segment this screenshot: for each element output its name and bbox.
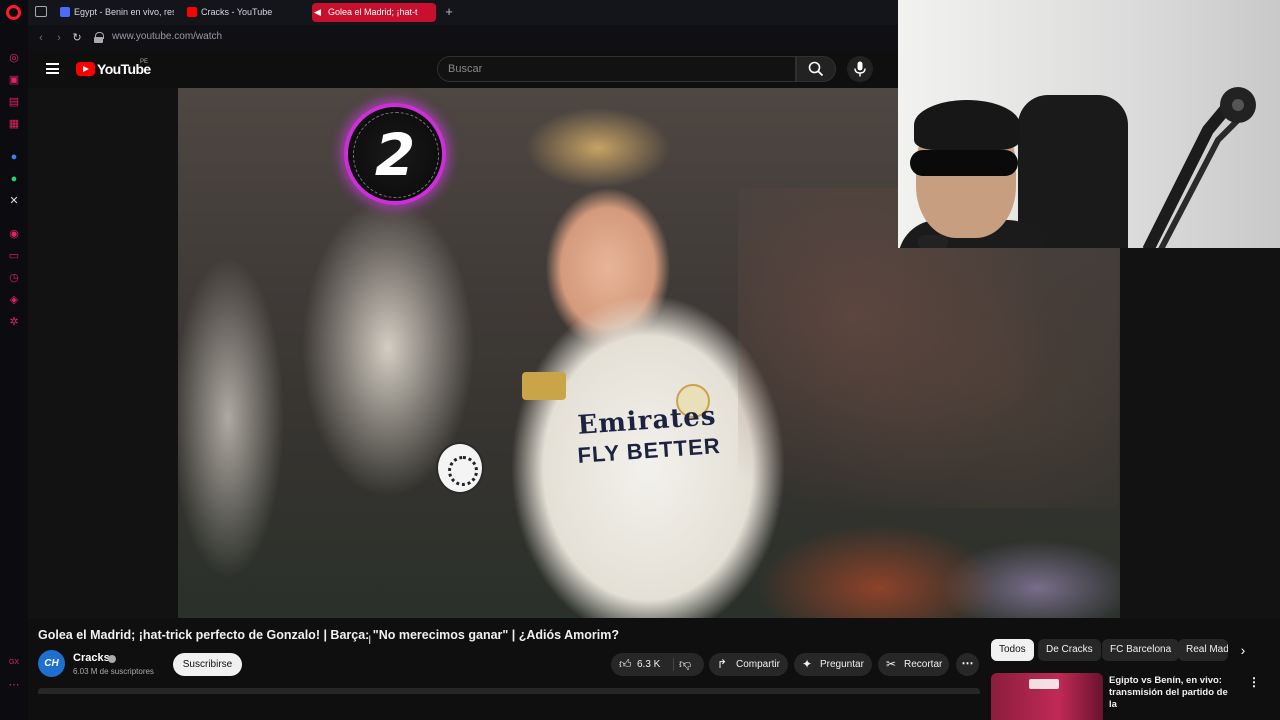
speaker-icon: ◀ bbox=[314, 7, 321, 17]
search-icon bbox=[808, 61, 824, 77]
clip-label: Recortar bbox=[904, 659, 943, 670]
ranking-number-badge: 2 bbox=[344, 103, 446, 205]
tab-label: Cracks - YouTube bbox=[201, 7, 273, 17]
chip-fc-barcelona[interactable]: FC Barcelona bbox=[1102, 639, 1180, 661]
description-box[interactable] bbox=[38, 688, 980, 694]
subscriber-count: 6.03 M de suscriptores bbox=[73, 667, 154, 676]
recommendation-thumbnail[interactable] bbox=[991, 673, 1103, 720]
lock-icon[interactable] bbox=[94, 32, 104, 43]
search-placeholder: Buscar bbox=[448, 63, 483, 75]
voice-search-button[interactable] bbox=[847, 56, 873, 82]
new-tab-button[interactable]: + bbox=[442, 3, 456, 21]
news-icon[interactable]: ▦ bbox=[7, 117, 21, 131]
more-actions-button[interactable]: ⋯ bbox=[956, 653, 979, 676]
text-cursor-icon: I bbox=[368, 633, 372, 647]
chip-real-madrid[interactable]: Real Madrid bbox=[1178, 639, 1228, 661]
chip-all[interactable]: Todos bbox=[991, 639, 1034, 661]
ask-label: Preguntar bbox=[820, 659, 864, 670]
chip-de-cracks[interactable]: De Cracks bbox=[1038, 639, 1101, 661]
x-twitter-icon[interactable]: ✕ bbox=[7, 194, 21, 208]
verified-icon bbox=[108, 655, 116, 663]
menu-icon[interactable] bbox=[46, 63, 59, 74]
wallet-icon[interactable]: ▭ bbox=[7, 249, 21, 263]
whatsapp-icon[interactable]: ● bbox=[7, 172, 21, 186]
tab-label: Golea el Madrid; ¡hat-t bbox=[328, 7, 418, 17]
forward-icon[interactable]: › bbox=[52, 30, 66, 46]
settings-icon[interactable]: ✲ bbox=[7, 315, 21, 329]
tab-label: Egypt - Benin en vivo, resu bbox=[74, 7, 174, 17]
tab-egypt-benin[interactable]: Egypt - Benin en vivo, resu bbox=[58, 3, 174, 22]
chevron-right-icon[interactable]: › bbox=[1234, 641, 1252, 659]
streamer-hair bbox=[914, 100, 1020, 150]
country-code: PE bbox=[140, 59, 149, 65]
youtube-logo-icon[interactable] bbox=[76, 62, 95, 76]
webcam-overlay bbox=[898, 0, 1280, 248]
tab-golea-el-madrid[interactable]: ◀ Golea el Madrid; ¡hat-t bbox=[312, 3, 436, 22]
gaming-chair bbox=[1018, 95, 1128, 248]
tab-favicon-icon bbox=[60, 7, 70, 17]
browser-sidebar: ◎ ▣ ▤ ▦ ● ● ✕ ◉ ▭ ◷ ◈ ✲ GX ⋯ bbox=[0, 0, 28, 720]
back-icon[interactable]: ‹ bbox=[34, 30, 48, 46]
ranking-number: 2 bbox=[374, 121, 416, 189]
reload-icon[interactable]: ↻ bbox=[70, 30, 84, 46]
address-bar: ‹ › ↻ www.youtube.com/watch bbox=[28, 25, 898, 51]
extensions-icon[interactable]: ◈ bbox=[7, 293, 21, 307]
recommendation-title[interactable]: Egipto vs Benín, en vivo: transmisión de… bbox=[1109, 675, 1234, 711]
microphone-icon bbox=[854, 61, 866, 77]
champions-league-badge bbox=[436, 442, 484, 494]
player-icon[interactable]: ◉ bbox=[7, 227, 21, 241]
ask-button[interactable]: ✦ Preguntar bbox=[794, 653, 872, 676]
like-icon[interactable]: 👍︎ bbox=[619, 657, 632, 672]
side-panel-background bbox=[1120, 248, 1280, 618]
mic-arm bbox=[1142, 87, 1256, 248]
speed-dial-icon[interactable]: ◎ bbox=[7, 51, 21, 65]
like-divider bbox=[673, 658, 674, 671]
like-dislike-group: 👍︎ 6.3 K 👎︎ bbox=[611, 653, 704, 676]
history-icon[interactable]: ◷ bbox=[7, 271, 21, 285]
share-button[interactable]: ↱ Compartir bbox=[709, 653, 788, 676]
screen: ◎ ▣ ▤ ▦ ● ● ✕ ◉ ▭ ◷ ◈ ✲ GX ⋯ Egypt - Ben… bbox=[0, 0, 1280, 720]
like-count[interactable]: 6.3 K bbox=[637, 653, 660, 676]
video-icon[interactable]: ▤ bbox=[7, 95, 21, 109]
share-icon: ↱ bbox=[717, 657, 728, 671]
channel-name[interactable]: Cracks bbox=[73, 652, 110, 664]
url-field[interactable]: www.youtube.com/watch bbox=[112, 31, 222, 42]
jersey-sponsor: Emirates FLY BETTER bbox=[541, 399, 755, 472]
youtube-favicon-icon bbox=[187, 7, 197, 17]
microphone bbox=[918, 235, 948, 248]
fifa-patch bbox=[522, 372, 566, 400]
channel-avatar[interactable]: CH bbox=[38, 650, 65, 677]
search-button[interactable] bbox=[796, 56, 836, 82]
dislike-icon[interactable]: 👎︎ bbox=[679, 657, 691, 672]
video-title: Golea el Madrid; ¡hat-trick perfecto de … bbox=[38, 628, 619, 642]
tab-manager-icon[interactable] bbox=[35, 6, 47, 17]
sunglasses bbox=[910, 150, 1018, 176]
clip-button[interactable]: ✂ Recortar bbox=[878, 653, 949, 676]
share-label: Compartir bbox=[736, 659, 780, 670]
gx-icon[interactable]: GX bbox=[7, 656, 21, 670]
sparkle-icon: ✦ bbox=[802, 657, 813, 671]
youtube-header: YouTube PE Buscar bbox=[28, 51, 898, 88]
messenger-icon[interactable]: ● bbox=[7, 150, 21, 164]
subscribe-button[interactable]: Suscribirse bbox=[173, 653, 242, 676]
tab-strip: Egypt - Benin en vivo, resu Cracks - You… bbox=[28, 0, 898, 25]
opera-logo-icon[interactable] bbox=[6, 5, 21, 20]
scissors-icon: ✂ bbox=[886, 657, 897, 671]
search-input[interactable]: Buscar bbox=[437, 56, 796, 82]
tab-cracks-youtube[interactable]: Cracks - YouTube bbox=[185, 3, 307, 22]
bag-icon[interactable]: ▣ bbox=[7, 73, 21, 87]
kebab-menu-icon[interactable]: ⋮ bbox=[1248, 675, 1260, 689]
sidebar-more-icon[interactable]: ⋯ bbox=[7, 678, 21, 692]
